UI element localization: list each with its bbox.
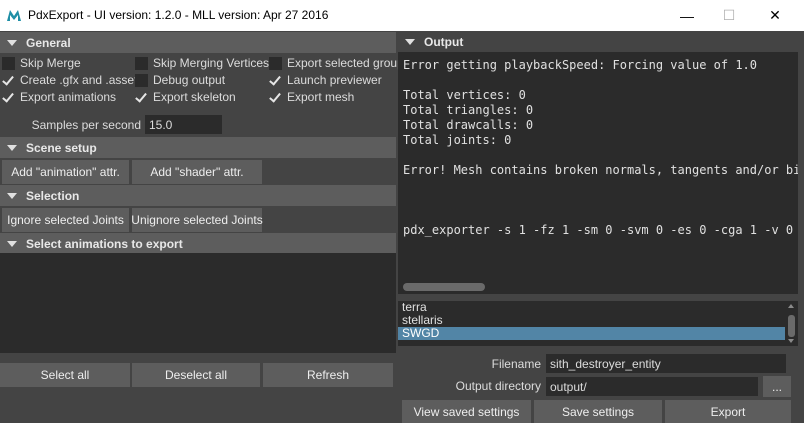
skip-merging-vertices-checkbox[interactable]: Skip Merging Vertices [135,55,269,71]
project-list-item[interactable]: terra [398,301,798,314]
title-bar: PdxExport - UI version: 1.2.0 - MLL vers… [0,0,804,31]
general-header-label: General [26,35,71,50]
unignore-selected-joints-button[interactable]: Unignore selected Joints [131,208,263,232]
output-line: Total drawcalls: 0 [403,118,534,132]
scrollbar-thumb[interactable] [788,315,795,337]
selection-section-header[interactable]: Selection [0,185,396,206]
maximize-icon[interactable]: ☐ [706,0,752,31]
project-list-item-selected[interactable]: SWGD [398,327,798,340]
add-shader-attr-button[interactable]: Add "shader" attr. [132,160,262,184]
output-horizontal-scrollbar[interactable] [398,280,798,294]
collapse-arrow-icon [7,144,17,151]
scroll-down-arrow-icon[interactable] [788,339,794,343]
export-mesh-label: Export mesh [287,90,355,104]
create-gfx-asset-checkbox[interactable]: Create .gfx and .asset [2,72,137,88]
samples-per-second-input[interactable]: 15.0 [145,115,222,134]
animations-list[interactable] [0,253,396,353]
checkmark-icon [2,74,15,87]
create-gfx-asset-label: Create .gfx and .asset [20,73,138,87]
output-directory-input[interactable]: output/ [546,377,758,396]
export-button[interactable]: Export [665,400,791,423]
save-settings-button[interactable]: Save settings [534,400,662,423]
maya-app-icon [7,10,21,21]
output-line: Total triangles: 0 [403,103,534,117]
samples-per-second-label: Samples per second [31,118,141,132]
output-line: Total vertices: 0 [403,88,526,102]
minimize-icon[interactable]: — [664,0,710,31]
project-list-scrollbar[interactable] [785,301,798,346]
collapse-arrow-icon [7,192,17,199]
checkbox-icon [2,56,15,70]
skip-merge-checkbox[interactable]: Skip Merge [2,55,81,71]
checkbox-icon [269,56,282,70]
scrollbar-thumb[interactable] [403,283,485,291]
ignore-selected-joints-button[interactable]: Ignore selected Joints [2,208,129,232]
project-list[interactable]: terra stellaris SWGD [398,301,798,346]
export-skeleton-checkbox[interactable]: Export skeleton [135,89,236,105]
output-line: Total joints: 0 [403,133,512,147]
export-animations-label: Export animations [20,90,117,104]
selection-header-label: Selection [26,188,80,203]
launch-previewer-label: Launch previewer [287,73,382,87]
refresh-button[interactable]: Refresh [263,363,393,387]
export-animations-checkbox[interactable]: Export animations [2,89,116,105]
launch-previewer-checkbox[interactable]: Launch previewer [269,72,382,88]
filename-input[interactable]: sith_destroyer_entity [546,354,786,373]
export-mesh-checkbox[interactable]: Export mesh [269,89,354,105]
output-line: Error! Mesh contains broken normals, tan… [403,163,798,177]
checkmark-icon [269,91,282,104]
collapse-arrow-icon [405,38,415,45]
filename-label: Filename [491,357,541,371]
skip-merging-vertices-label: Skip Merging Vertices [153,56,270,70]
checkbox-icon [135,56,148,70]
output-header-label: Output [424,34,464,49]
animations-section-header[interactable]: Select animations to export [0,233,396,254]
debug-output-checkbox[interactable]: Debug output [135,72,225,88]
window-title: PdxExport - UI version: 1.2.0 - MLL vers… [28,8,329,22]
output-directory-label: Output directory [455,379,541,393]
close-icon[interactable]: ✕ [752,0,798,31]
export-selected-group-label: Export selected group [287,56,404,70]
output-section-header[interactable]: Output [398,31,798,52]
checkmark-icon [2,91,15,104]
output-line: pdx_exporter -s 1 -fz 1 -sm 0 -svm 0 -es… [403,223,798,237]
debug-output-label: Debug output [153,73,226,87]
output-console[interactable]: Error getting playbackSpeed: Forcing val… [398,52,798,280]
export-skeleton-label: Export skeleton [153,90,236,104]
add-animation-attr-button[interactable]: Add "animation" attr. [2,160,129,184]
browse-button[interactable]: ... [763,376,791,397]
checkmark-icon [269,74,282,87]
scroll-up-arrow-icon[interactable] [788,304,794,308]
checkbox-icon [135,73,148,87]
general-section-header[interactable]: General [0,32,396,53]
view-saved-settings-button[interactable]: View saved settings [402,400,531,423]
collapse-arrow-icon [7,39,17,46]
deselect-all-button[interactable]: Deselect all [132,363,260,387]
project-list-item[interactable]: stellaris [398,314,798,327]
skip-merge-label: Skip Merge [20,56,81,70]
scene-setup-section-header[interactable]: Scene setup [0,137,396,158]
animations-header-label: Select animations to export [26,236,183,251]
collapse-arrow-icon [7,240,17,247]
output-line: Error getting playbackSpeed: Forcing val… [403,58,758,72]
select-all-button[interactable]: Select all [0,363,130,387]
export-selected-group-checkbox[interactable]: Export selected group [269,55,404,71]
checkmark-icon [135,91,148,104]
scene-setup-header-label: Scene setup [26,140,97,155]
